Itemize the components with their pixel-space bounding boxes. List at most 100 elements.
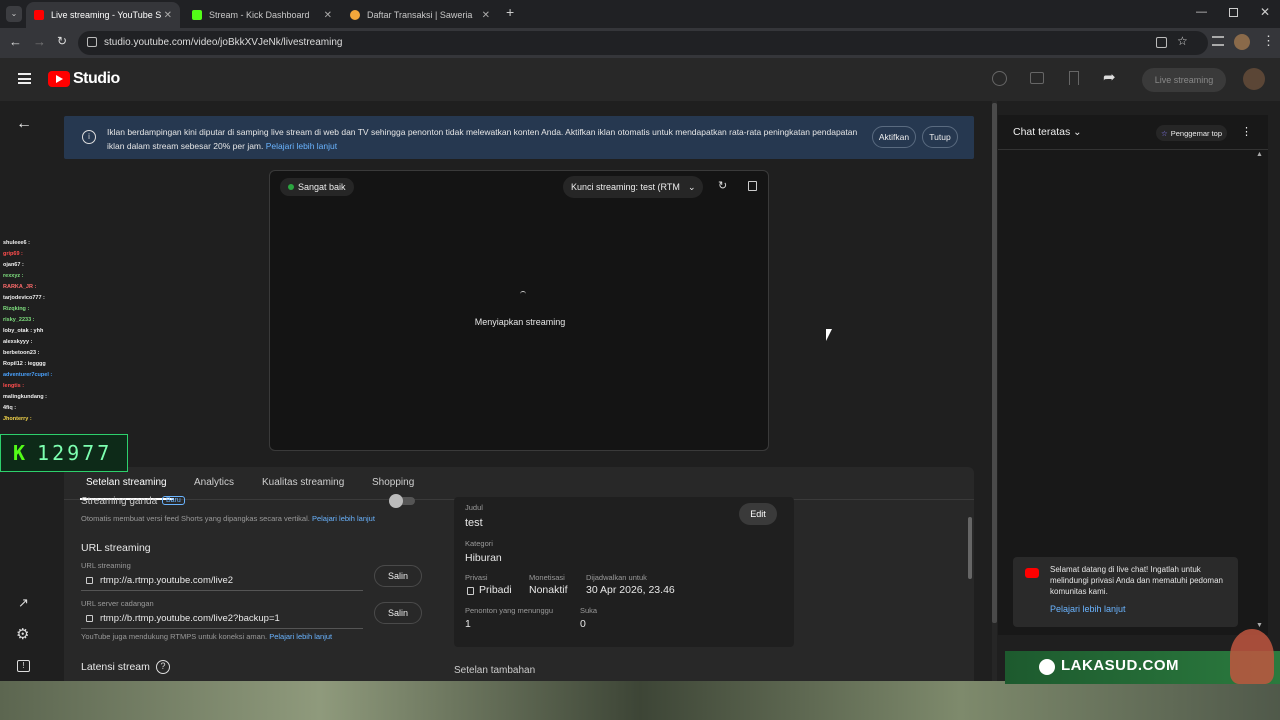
chat-scroll-up-icon[interactable]: ▲ <box>1256 151 1263 158</box>
category-value: Hiburan <box>465 552 502 564</box>
chevron-down-icon: ⌄ <box>688 181 696 192</box>
overlay-chat-line: shuleee6 : <box>3 240 30 246</box>
stream-url-underline <box>81 590 363 591</box>
back-icon[interactable]: ← <box>9 34 22 49</box>
game-background-strip <box>0 681 1280 720</box>
star-icon: ☆ <box>1161 128 1168 138</box>
lakasud-logo-icon <box>1039 659 1055 675</box>
external-link-icon[interactable]: ↗ <box>18 595 29 611</box>
loading-spinner-icon <box>520 291 526 297</box>
new-tab-icon[interactable]: + <box>506 4 514 20</box>
chat-scroll-down-icon[interactable]: ▼ <box>1256 622 1263 629</box>
close-tab-icon[interactable]: ✕ <box>324 10 332 21</box>
copy-stream-url-button[interactable]: Salin <box>374 565 422 587</box>
overlay-chat-line: loby_otak : yhh <box>3 328 44 334</box>
kick-favicon-icon <box>192 10 202 20</box>
enable-ads-button[interactable]: Aktifkan <box>872 126 916 148</box>
character-art <box>1230 629 1274 684</box>
browser-tab-saweria[interactable]: Daftar Transaksi | Saweria ✕ <box>342 2 498 28</box>
tab-search-icon[interactable]: ⌄ <box>6 6 22 22</box>
refresh-key-icon[interactable]: ↻ <box>718 179 727 192</box>
minimize-window-icon[interactable]: — <box>1196 6 1207 18</box>
dual-stream-description: Otomatis membuat versi feed Shorts yang … <box>81 514 375 523</box>
bookmark-star-icon[interactable]: ☆ <box>1177 34 1188 48</box>
overlay-chat-line: berbetoon23 : <box>3 350 40 356</box>
channel-avatar[interactable] <box>1243 68 1265 90</box>
studio-brand: Studio <box>73 70 120 87</box>
panel-scrollbar[interactable] <box>968 517 972 579</box>
stream-url-value[interactable]: rtmp://a.rtmp.youtube.com/live2 <box>100 575 233 586</box>
chat-learn-more-link[interactable]: Pelajari lebih lanjut <box>1050 604 1126 614</box>
privacy-lock-icon <box>467 587 474 595</box>
likes-label: Suka <box>580 606 598 615</box>
close-banner-button[interactable]: Tutup <box>922 126 958 148</box>
studio-header: Studio ➦ Live streaming <box>0 58 1280 101</box>
bookmark-icon[interactable] <box>1069 71 1079 85</box>
overlay-chat-line: RARKA_JR : <box>3 284 37 290</box>
youtube-logo[interactable] <box>48 71 70 87</box>
stream-key-dropdown[interactable]: Kunci streaming: test (RTM ⌄ <box>563 176 703 198</box>
overlay-chat-line: Rizqking : <box>3 306 30 312</box>
overlay-chat-line: Jhonterry : <box>3 416 32 422</box>
dual-stream-toggle[interactable] <box>389 494 415 508</box>
health-dot-icon <box>288 184 294 190</box>
close-tab-icon[interactable]: ✕ <box>482 10 490 21</box>
copy-key-icon[interactable] <box>748 181 757 191</box>
monetization-icon[interactable] <box>992 71 1007 86</box>
translate-icon[interactable] <box>1156 37 1167 48</box>
copy-backup-url-button[interactable]: Salin <box>374 602 422 624</box>
main-scrollbar[interactable] <box>992 101 997 683</box>
chat-menu-icon[interactable]: ⋮ <box>1241 125 1252 138</box>
stream-url-label: URL streaming <box>81 561 131 570</box>
overlay-chat-line: risky_2233 : <box>3 317 35 323</box>
tab-stream-settings[interactable]: Setelan streaming <box>86 477 167 488</box>
browser-tab-kick-dashboard[interactable]: Stream - Kick Dashboard ✕ <box>184 2 340 28</box>
browser-menu-icon[interactable]: ⋮ <box>1262 33 1275 49</box>
back-arrow-icon[interactable]: ← <box>16 115 32 133</box>
top-fans-button[interactable]: ☆ Penggemar top <box>1156 125 1228 141</box>
saweria-favicon-icon <box>350 10 360 20</box>
kick-viewer-counter: K 12977 <box>0 434 128 472</box>
feedback-icon[interactable]: ! <box>17 660 30 672</box>
overlay-chat-line: lengtis : <box>3 383 25 389</box>
menu-icon[interactable] <box>18 73 31 84</box>
monetization-label: Monetisasi <box>529 573 565 582</box>
banner-learn-more-link[interactable]: Pelajari lebih lanjut <box>266 141 337 151</box>
help-icon[interactable]: ? <box>156 660 170 674</box>
calendar-icon[interactable] <box>1030 72 1044 84</box>
reload-icon[interactable]: ↻ <box>57 34 67 48</box>
settings-gear-icon[interactable]: ⚙ <box>16 625 29 643</box>
overlay-chat-line: Ropil12 : iegggg <box>3 361 46 367</box>
overlay-chat-line: ojan67 : <box>3 262 24 268</box>
restore-window-icon[interactable] <box>1229 8 1238 17</box>
title-label: Judul <box>465 503 483 512</box>
overlay-chat-line: malingkundang : <box>3 394 47 400</box>
edit-button[interactable]: Edit <box>739 503 777 525</box>
tab-stream-quality[interactable]: Kualitas streaming <box>262 477 344 488</box>
tab-shopping[interactable]: Shopping <box>372 477 414 488</box>
backup-url-value[interactable]: rtmp://b.rtmp.youtube.com/live2?backup=1 <box>100 613 280 624</box>
browser-toolbar: ← → ↻ studio.youtube.com/video/joBkkXVJe… <box>0 28 1280 58</box>
close-tab-icon[interactable]: ✕ <box>164 10 172 21</box>
lock-icon <box>86 577 93 584</box>
address-bar[interactable]: studio.youtube.com/video/joBkkXVJeNk/liv… <box>78 31 1208 55</box>
close-window-icon[interactable]: ✕ <box>1260 5 1270 19</box>
forward-icon[interactable]: → <box>33 34 46 49</box>
live-streaming-button[interactable]: Live streaming <box>1142 68 1226 92</box>
browser-tab-youtube-studio[interactable]: Live streaming - YouTube Studio ✕ <box>26 2 180 28</box>
dual-stream-learn-more[interactable]: Pelajari lebih lanjut <box>312 514 375 523</box>
tab-analytics[interactable]: Analytics <box>194 477 234 488</box>
overlay-chat-line: 4fiq : <box>3 405 17 411</box>
rtmps-learn-more[interactable]: Pelajari lebih lanjut <box>269 632 332 641</box>
title-value: test <box>465 517 483 529</box>
share-icon[interactable]: ➦ <box>1103 68 1116 86</box>
scheduled-label: Dijadwalkan untuk <box>586 573 647 582</box>
youtube-badge-icon <box>1025 568 1039 578</box>
site-info-icon[interactable] <box>87 37 97 47</box>
overlay-chat-line: alexskyyy : <box>3 339 33 345</box>
chat-mode-dropdown[interactable]: Chat teratas ⌄ <box>1013 126 1082 138</box>
kick-logo-icon: K <box>13 441 26 465</box>
stream-health-badge: Sangat baik <box>280 178 354 196</box>
profile-avatar[interactable] <box>1234 34 1250 50</box>
reading-list-icon[interactable] <box>1212 36 1224 46</box>
